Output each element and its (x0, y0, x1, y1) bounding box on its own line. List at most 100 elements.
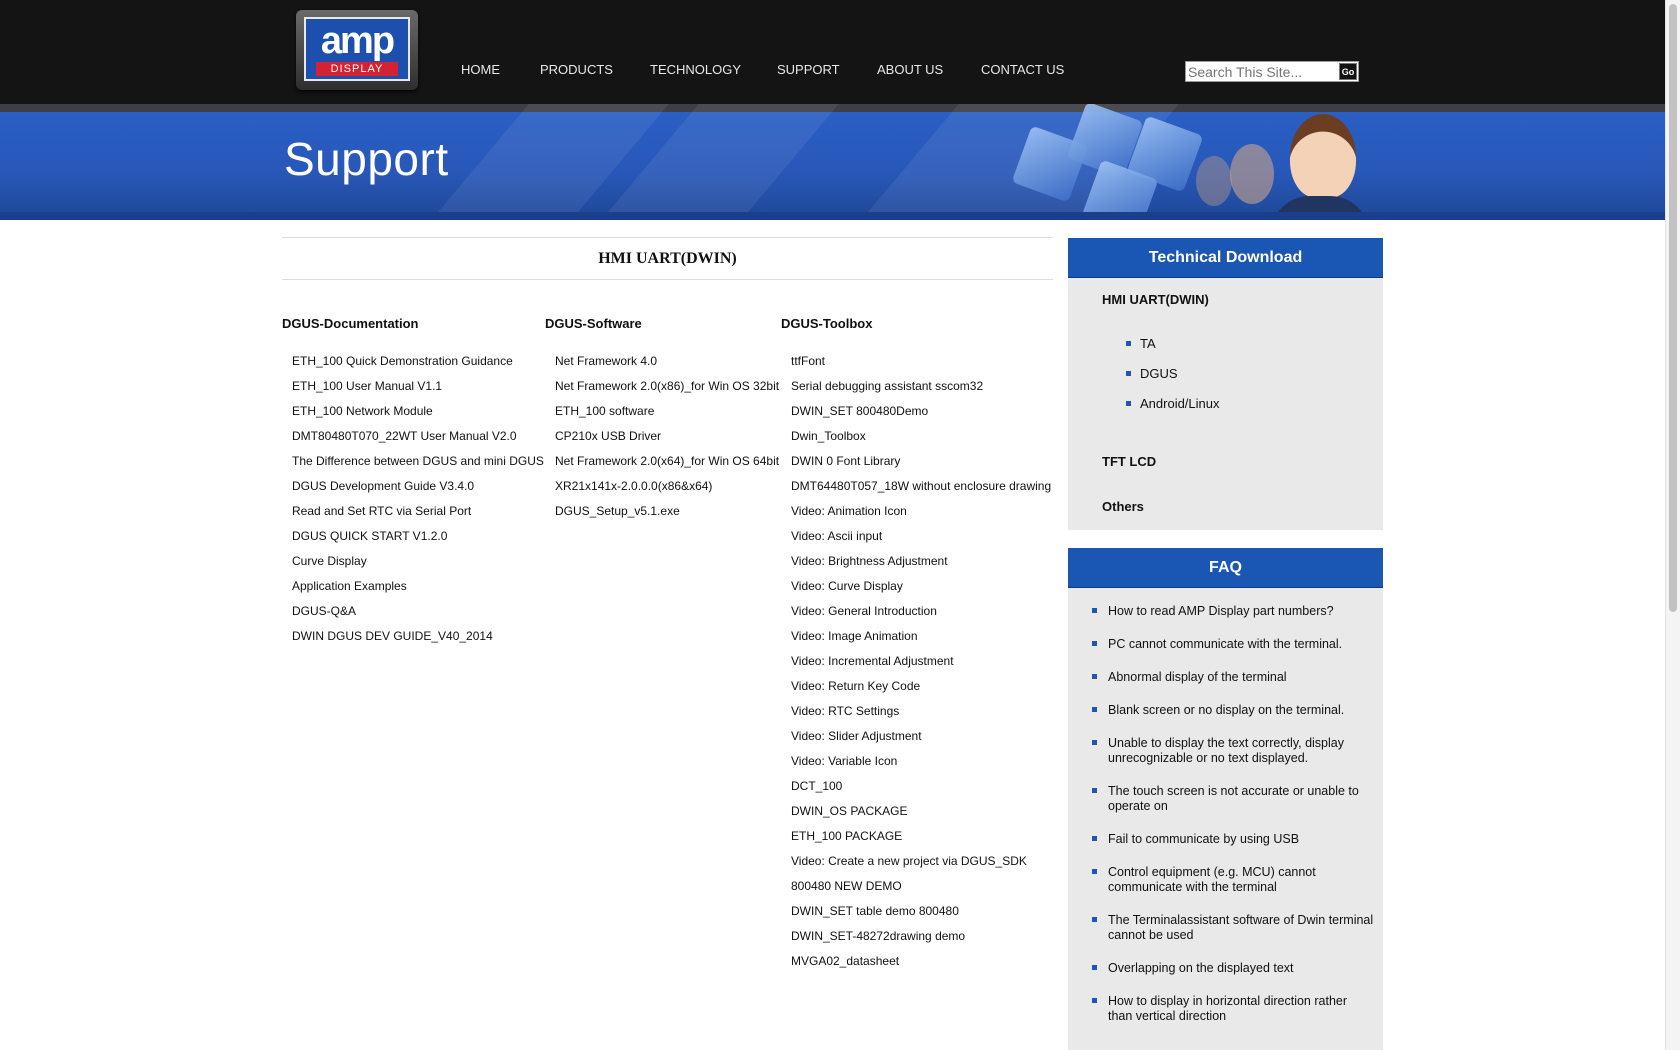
subcategory-ta[interactable]: TA (1126, 336, 1220, 366)
list-item[interactable]: 800480 NEW DEMO (791, 879, 1051, 904)
list-item[interactable]: DGUS_Setup_v5.1.exe (555, 504, 779, 529)
faq-item[interactable]: The touch screen is not accurate or unab… (1092, 784, 1374, 814)
list-item[interactable]: DCT_100 (791, 779, 1051, 804)
list-item[interactable]: Serial debugging assistant sscom32 (791, 379, 1051, 404)
nav-about-us[interactable]: ABOUT US (877, 62, 943, 77)
list-item[interactable]: Read and Set RTC via Serial Port (292, 504, 544, 529)
technical-download-header: Technical Download (1068, 238, 1383, 278)
list-item[interactable]: Video: Incremental Adjustment (791, 654, 1051, 679)
toolbox-list: ttfFont Serial debugging assistant sscom… (791, 354, 1051, 979)
page-scrollbar[interactable] (1665, 0, 1680, 1050)
list-item[interactable]: Video: Variable Icon (791, 754, 1051, 779)
list-item[interactable]: Video: Animation Icon (791, 504, 1051, 529)
list-item[interactable]: ETH_100 User Manual V1.1 (292, 379, 544, 404)
list-item[interactable]: Video: Create a new project via DGUS_SDK (791, 854, 1051, 879)
list-item[interactable]: Video: General Introduction (791, 604, 1051, 629)
column-title: DGUS-Documentation (282, 316, 419, 331)
technical-download-panel: Technical Download HMI UART(DWIN) TA DGU… (1068, 238, 1383, 530)
logo-display-text: DISPLAY (316, 62, 398, 76)
list-item[interactable]: DGUS Development Guide V3.4.0 (292, 479, 544, 504)
list-item[interactable]: ETH_100 Network Module (292, 404, 544, 429)
faq-list: How to read AMP Display part numbers? PC… (1092, 604, 1374, 1042)
nav-products[interactable]: PRODUCTS (540, 62, 613, 77)
list-item[interactable]: DMT64480T057_18W without enclosure drawi… (791, 479, 1051, 504)
list-item[interactable]: DWIN 0 Font Library (791, 454, 1051, 479)
faq-item[interactable]: Unable to display the text correctly, di… (1092, 736, 1374, 766)
list-item[interactable]: CP210x USB Driver (555, 429, 779, 454)
list-item[interactable]: DGUS QUICK START V1.2.0 (292, 529, 544, 554)
list-item[interactable]: Dwin_Toolbox (791, 429, 1051, 454)
faq-item[interactable]: Fail to communicate by using USB (1092, 832, 1374, 847)
list-item[interactable]: Video: Return Key Code (791, 679, 1051, 704)
list-item[interactable]: ETH_100 Quick Demonstration Guidance (292, 354, 544, 379)
faq-item[interactable]: Blank screen or no display on the termin… (1092, 703, 1374, 718)
list-item[interactable]: Curve Display (292, 554, 544, 579)
list-item[interactable]: Net Framework 4.0 (555, 354, 779, 379)
list-item[interactable]: DMT80480T070_22WT User Manual V2.0 (292, 429, 544, 454)
faq-item[interactable]: PC cannot communicate with the terminal. (1092, 637, 1374, 652)
list-item[interactable]: DWIN DGUS DEV GUIDE_V40_2014 (292, 629, 544, 654)
list-item[interactable]: Net Framework 2.0(x86)_for Win OS 32bit (555, 379, 779, 404)
list-item[interactable]: Net Framework 2.0(x64)_for Win OS 64bit (555, 454, 779, 479)
software-list: Net Framework 4.0 Net Framework 2.0(x86)… (555, 354, 779, 529)
nav-technology[interactable]: TECHNOLOGY (650, 62, 741, 77)
documentation-column: DGUS-Documentation ETH_100 Quick Demonst… (282, 316, 544, 643)
faq-item[interactable]: Overlapping on the displayed text (1092, 961, 1374, 976)
nav-support[interactable]: SUPPORT (777, 62, 840, 77)
faq-item[interactable]: Control equipment (e.g. MCU) cannot comm… (1092, 865, 1374, 895)
list-item[interactable]: Video: RTC Settings (791, 704, 1051, 729)
list-item[interactable]: The Difference between DGUS and mini DGU… (292, 454, 544, 479)
scrollbar-thumb[interactable] (1669, 4, 1677, 612)
faq-item[interactable]: Abnormal display of the terminal (1092, 670, 1374, 685)
subcategory-dgus[interactable]: DGUS (1126, 366, 1220, 396)
toolbox-column: DGUS-Toolbox ttfFont Serial debugging as… (781, 316, 1051, 968)
list-item[interactable]: DWIN_SET 800480Demo (791, 404, 1051, 429)
category-hmi-uart[interactable]: HMI UART(DWIN) (1102, 292, 1209, 307)
list-item[interactable]: ttfFont (791, 354, 1051, 379)
list-item[interactable]: Video: Slider Adjustment (791, 729, 1051, 754)
support-agent-image (1230, 144, 1274, 204)
support-agent-image (1196, 156, 1232, 206)
support-agent-image (1290, 114, 1356, 200)
list-item[interactable]: DGUS-Q&A (292, 604, 544, 629)
logo-badge: amp DISPLAY (304, 17, 410, 81)
faq-item[interactable]: How to read AMP Display part numbers? (1092, 604, 1374, 619)
section-heading-box: HMI UART(DWIN) (282, 237, 1053, 280)
section-heading: HMI UART(DWIN) (598, 250, 737, 267)
list-item[interactable]: XR21x141x-2.0.0.0(x86&x64) (555, 479, 779, 504)
list-item[interactable]: Video: Curve Display (791, 579, 1051, 604)
site-search: Go (1185, 61, 1359, 82)
nav-contact-us[interactable]: CONTACT US (981, 62, 1064, 77)
list-item[interactable]: DWIN_OS PACKAGE (791, 804, 1051, 829)
faq-header: FAQ (1068, 548, 1383, 588)
documentation-list: ETH_100 Quick Demonstration Guidance ETH… (292, 354, 544, 654)
amp-display-logo[interactable]: amp DISPLAY (296, 10, 418, 90)
subcategory-android-linux[interactable]: Android/Linux (1126, 396, 1220, 426)
software-column: DGUS-Software Net Framework 4.0 Net Fram… (545, 316, 779, 518)
logo-amp-text: amp (320, 20, 395, 62)
list-item[interactable]: Application Examples (292, 579, 544, 604)
list-item[interactable]: DWIN_SET table demo 800480 (791, 904, 1051, 929)
banner-bottom-stripe (0, 212, 1665, 220)
site-header: amp DISPLAY HOME PRODUCTS TECHNOLOGY SUP… (0, 0, 1665, 104)
category-tft-lcd[interactable]: TFT LCD (1102, 454, 1156, 469)
faq-panel: FAQ How to read AMP Display part numbers… (1068, 548, 1383, 1050)
list-item[interactable]: ETH_100 PACKAGE (791, 829, 1051, 854)
faq-item[interactable]: The Terminalassistant software of Dwin t… (1092, 913, 1374, 943)
list-item[interactable]: DWIN_SET-48272drawing demo (791, 929, 1051, 954)
list-item[interactable]: MVGA02_datasheet (791, 954, 1051, 979)
search-input[interactable] (1186, 62, 1338, 81)
faq-item[interactable]: How to display in horizontal direction r… (1092, 994, 1374, 1024)
list-item[interactable]: Video: Image Animation (791, 629, 1051, 654)
list-item[interactable]: Video: Brightness Adjustment (791, 554, 1051, 579)
column-title: DGUS-Software (545, 316, 642, 331)
page-title: Support (284, 133, 449, 185)
nav-home[interactable]: HOME (461, 62, 500, 77)
column-title: DGUS-Toolbox (781, 316, 873, 331)
category-others[interactable]: Others (1102, 499, 1144, 514)
hmi-subcategory-list: TA DGUS Android/Linux (1126, 336, 1220, 426)
search-go-button[interactable]: Go (1339, 63, 1357, 80)
list-item[interactable]: Video: Ascii input (791, 529, 1051, 554)
support-banner: Support (0, 104, 1665, 220)
list-item[interactable]: ETH_100 software (555, 404, 779, 429)
